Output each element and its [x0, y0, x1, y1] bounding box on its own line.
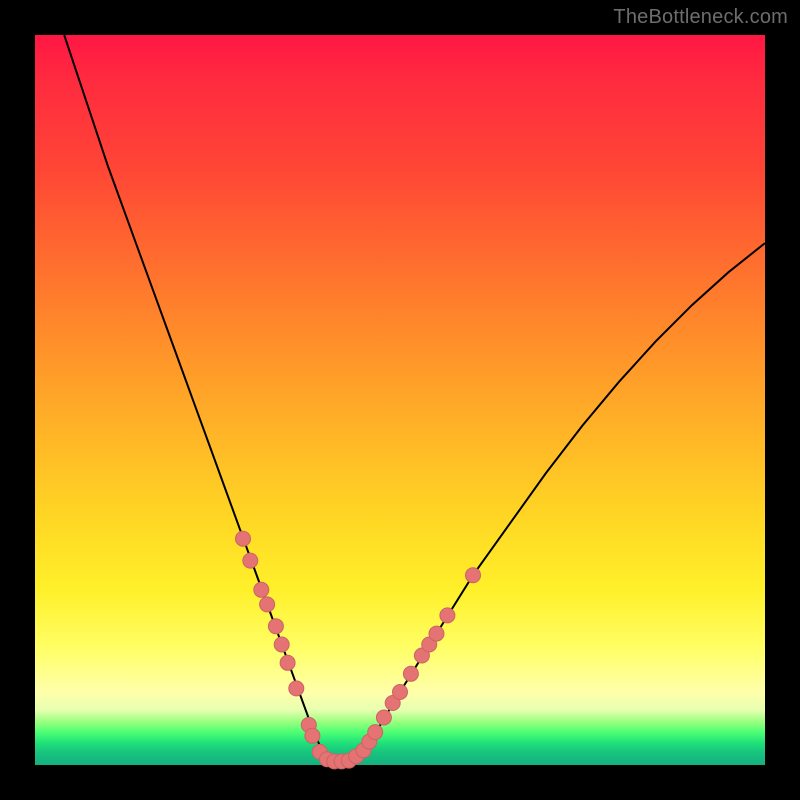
marker-point [260, 597, 275, 612]
marker-point [440, 608, 455, 623]
marker-point [236, 531, 251, 546]
marker-point [403, 666, 418, 681]
chart-frame: TheBottleneck.com [0, 0, 800, 800]
plot-area [35, 35, 765, 765]
marker-point [393, 685, 408, 700]
marker-point [280, 655, 295, 670]
marker-point [376, 710, 391, 725]
highlight-markers [236, 531, 481, 769]
marker-point [289, 681, 304, 696]
marker-point [466, 568, 481, 583]
watermark-text: TheBottleneck.com [613, 6, 788, 29]
marker-point [429, 626, 444, 641]
marker-point [254, 582, 269, 597]
chart-svg [35, 35, 765, 765]
marker-point [368, 725, 383, 740]
marker-point [274, 637, 289, 652]
marker-point [243, 553, 258, 568]
marker-point [268, 619, 283, 634]
marker-point [305, 728, 320, 743]
